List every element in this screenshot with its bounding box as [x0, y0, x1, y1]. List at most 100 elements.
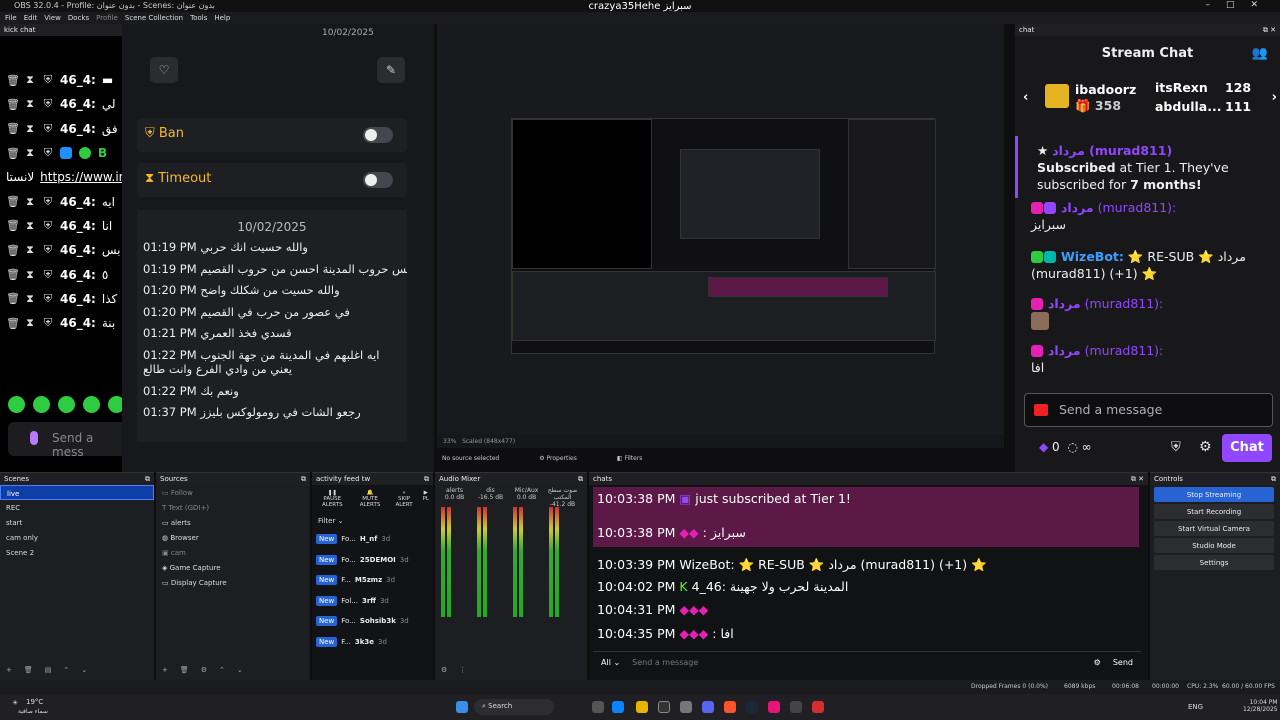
pause-alerts-button[interactable]: ❚❚ PAUSE ALERTS — [316, 490, 349, 508]
chat-username[interactable]: 46_4: — [60, 97, 96, 111]
discord-icon[interactable] — [702, 701, 714, 713]
send-button[interactable]: Send — [1113, 658, 1133, 667]
play-button[interactable]: ▶ PL — [423, 490, 429, 508]
timeout-icon[interactable]: ⧗ — [24, 243, 36, 257]
obs-chat-input[interactable]: Send a message — [632, 658, 1082, 667]
chat-username[interactable]: 46_4: — [60, 268, 96, 282]
ban-option[interactable]: ⛨ Ban — [137, 118, 407, 152]
dock-buttons[interactable]: ⧉ — [301, 475, 306, 483]
app-icon[interactable] — [812, 701, 824, 713]
chat-row[interactable]: 🗑 ⧗ ⛨ 46_4: لي — [0, 92, 125, 116]
trash-icon[interactable]: 🗑 — [6, 195, 20, 208]
emote-icon[interactable] — [33, 396, 50, 413]
trash-icon[interactable]: 🗑 — [6, 268, 20, 281]
settings-button[interactable]: Settings — [1154, 555, 1274, 570]
source-item[interactable]: ▭ Follow — [156, 485, 310, 500]
menu-edit[interactable]: Edit — [24, 14, 38, 22]
trash-icon[interactable]: 🗑 — [6, 147, 20, 160]
filter-dropdown[interactable]: Filter ⌄ — [312, 513, 433, 529]
explorer-icon[interactable] — [636, 701, 648, 713]
shield-icon[interactable]: ⛨ — [1171, 440, 1181, 455]
mute-alerts-button[interactable]: 🔔 MUTE ALERTS — [355, 490, 386, 508]
app-icon[interactable] — [790, 701, 802, 713]
app-icon[interactable] — [768, 701, 780, 713]
emote-icon[interactable] — [8, 396, 25, 413]
activity-item[interactable]: New Fo... Sohsib3k 3d — [312, 611, 433, 632]
trash-icon[interactable]: 🗑 — [6, 74, 20, 87]
twitch-send-input[interactable]: Send a message — [1024, 393, 1273, 427]
timeout-option[interactable]: ⧗ Timeout — [137, 163, 407, 197]
program-preview[interactable]: 33% Scaled (848x477) — [437, 24, 1004, 448]
timeout-icon[interactable]: ⧗ — [24, 195, 36, 209]
scene-item[interactable]: Scene 2 — [0, 545, 154, 560]
camera-icon[interactable] — [1034, 404, 1048, 416]
weather-temp[interactable]: 19°C — [26, 698, 43, 706]
heart-icon[interactable]: ♡ — [150, 57, 178, 83]
chat-row[interactable]: 🗑 ⧗ ⛨ 46_4: ٥ — [0, 262, 125, 286]
chat-username[interactable]: مرداد — [1048, 296, 1081, 311]
source-item[interactable]: ▭ alerts — [156, 515, 310, 530]
scene-item[interactable]: REC — [0, 500, 154, 515]
chat-username[interactable]: مرداد — [1048, 343, 1081, 358]
gear-icon[interactable]: ⚙ — [441, 666, 447, 674]
dock-buttons[interactable]: ⧉ — [424, 475, 429, 483]
gifter-name[interactable]: itsRexn — [1155, 80, 1208, 95]
menu-help[interactable]: Help — [214, 14, 230, 22]
start-recording-button[interactable]: Start Recording — [1154, 504, 1274, 519]
menu-view[interactable]: View — [44, 14, 61, 22]
filter-icon[interactable]: ▤ — [45, 666, 52, 674]
settings-icon[interactable]: ⚙ — [1094, 658, 1101, 667]
steam-icon[interactable] — [746, 701, 758, 713]
weather-icon[interactable]: ☀ — [12, 699, 18, 707]
chat-username[interactable]: 46_4: — [60, 243, 96, 257]
trash-icon[interactable]: 🗑 — [6, 219, 20, 232]
chat-row[interactable]: لانستا https://www.ins — [0, 165, 125, 189]
chat-username[interactable]: B — [98, 146, 107, 160]
trash-icon[interactable]: 🗑 — [6, 98, 20, 111]
gifter-name[interactable]: abdulla... — [1155, 99, 1221, 114]
start-virtual-camera-button[interactable]: Start Virtual Camera — [1154, 521, 1274, 536]
chat-username[interactable]: 46_4: — [60, 122, 96, 136]
chat-row[interactable]: 🗑 ⧗ ⛨ 46_4: بنة — [0, 311, 125, 335]
taskbar-search[interactable]: ⌕ Search — [474, 699, 554, 715]
scene-item[interactable]: live — [0, 485, 154, 500]
activity-item[interactable]: New F... 3k3e 3d — [312, 632, 433, 653]
trash-icon[interactable]: 🗑 — [6, 244, 20, 257]
gifter-name[interactable]: ibadoorz — [1075, 82, 1136, 97]
zoom-level[interactable]: 33% — [443, 438, 456, 445]
mic-icon[interactable] — [30, 431, 38, 445]
sub-username[interactable]: مرداد (murad811) — [1052, 143, 1172, 158]
chat-row[interactable]: 🗑 ⧗ ⛨ 46_4: بس — [0, 238, 125, 262]
activity-item[interactable]: New Fol... 3rff 3d — [312, 591, 433, 612]
chat-username[interactable]: 46_4: — [60, 316, 96, 330]
source-item[interactable]: ▭ Display Capture — [156, 575, 310, 590]
preview-zoom-bar[interactable]: 33% Scaled (848x477) — [437, 434, 1004, 448]
menu-tools[interactable]: Tools — [190, 14, 207, 22]
trash-icon[interactable]: 🗑 — [180, 666, 189, 674]
down-icon[interactable]: ⌄ — [237, 666, 243, 674]
app-icon[interactable] — [680, 701, 692, 713]
emote-icon[interactable] — [83, 396, 100, 413]
menu-icon[interactable]: ⋮ — [459, 666, 466, 674]
menu-file[interactable]: File — [5, 14, 17, 22]
activity-item[interactable]: New Fo... H_nf 3d — [312, 529, 433, 550]
chevron-left-icon[interactable]: ‹ — [1023, 90, 1028, 105]
task-view-icon[interactable] — [592, 701, 604, 713]
obs-icon[interactable] — [658, 701, 670, 713]
add-icon[interactable]: + — [6, 666, 12, 674]
chat-row[interactable]: 🗑 ⧗ ⛨ B — [0, 141, 125, 165]
trash-icon[interactable]: 🗑 — [6, 122, 20, 135]
window-controls[interactable]: –□✕ — [1205, 0, 1274, 10]
up-icon[interactable]: ⌃ — [219, 666, 225, 674]
channel-select[interactable]: All ⌄ — [601, 658, 620, 667]
chat-row[interactable]: 🗑 ⧗ ⛨ 46_4: انا — [0, 214, 125, 238]
chat-username[interactable]: مرداد — [1061, 200, 1094, 215]
emote-icon[interactable] — [58, 396, 75, 413]
timeout-icon[interactable]: ⧗ — [24, 292, 36, 306]
menu-scene-collection[interactable]: Scene Collection — [125, 14, 183, 22]
chat-row[interactable]: 🗑 ⧗ ⛨ 46_4: ايه — [0, 189, 125, 213]
scene-item[interactable]: start — [0, 515, 154, 530]
ban-toggle[interactable] — [363, 127, 393, 143]
language-indicator[interactable]: ENG — [1188, 703, 1203, 711]
brave-icon[interactable] — [724, 701, 736, 713]
